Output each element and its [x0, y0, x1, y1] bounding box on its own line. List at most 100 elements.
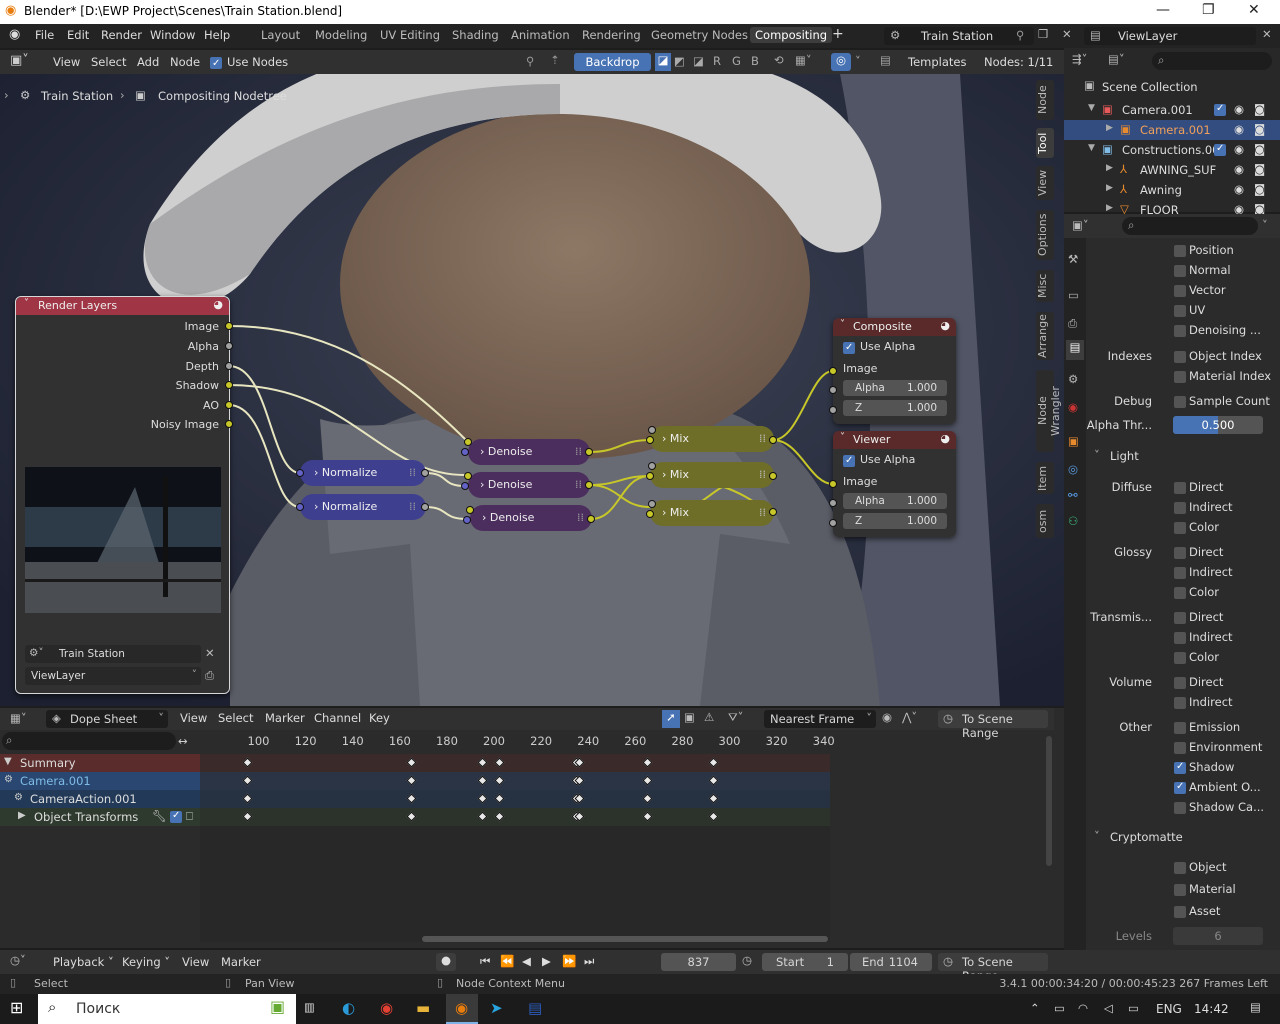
backdrop-alpha-icon[interactable]: ◩ [674, 54, 685, 68]
composite-use-alpha[interactable]: Use Alpha [843, 340, 915, 354]
lock-icon[interactable]: ⎕ [186, 809, 193, 824]
chevron-down-icon[interactable]: ˅ [1094, 448, 1100, 462]
pass-4-checkbox[interactable] [1174, 325, 1186, 337]
timeline-menu-view[interactable]: View [182, 955, 209, 969]
dope-channel-row[interactable]: ⚙ CameraAction.001 [0, 790, 200, 808]
dope-editor-icon[interactable]: ▦˅ [10, 711, 27, 725]
mix-fac-socket[interactable] [648, 500, 656, 508]
snapping-mode-icon[interactable]: ▦˅ [795, 53, 812, 67]
end-frame-field[interactable]: End 1104 [850, 953, 932, 971]
dope-menu-channel[interactable]: Channel [314, 711, 361, 725]
vertical-scrollbar[interactable] [1046, 736, 1052, 866]
socket-ao[interactable] [225, 401, 233, 409]
mix-fac-socket[interactable] [648, 462, 656, 470]
maximize-icon[interactable]: ❐ [1202, 2, 1215, 18]
camera-icon[interactable]: ⚙ [4, 774, 13, 785]
mute-checkbox[interactable] [170, 810, 182, 823]
prev-keyframe-icon[interactable]: ⏪ [500, 954, 514, 968]
tool-icon[interactable]: ⚒ [1068, 252, 1078, 266]
menu-render[interactable]: Render [101, 28, 142, 42]
pin-icon[interactable]: ⚲ [526, 54, 534, 68]
world-tab-icon[interactable]: ◉ [1068, 400, 1078, 414]
expand-down-icon[interactable]: ▼ [4, 756, 12, 767]
light-0-2-checkbox[interactable] [1174, 522, 1186, 534]
node-menu-node[interactable]: Node [170, 55, 200, 69]
levels-field[interactable]: 6 [1173, 927, 1263, 945]
light-1-0-checkbox[interactable] [1174, 547, 1186, 559]
dope-mode-selector[interactable]: ◈ Dope Sheet ˅ [46, 710, 168, 728]
new-scene-icon[interactable]: ❐ [1038, 27, 1048, 41]
light-0-0-checkbox[interactable] [1174, 482, 1186, 494]
overlays-dropdown-icon[interactable]: ˅ [855, 54, 861, 68]
exclude-checkbox[interactable] [1214, 103, 1226, 116]
normalize-output-socket[interactable] [421, 503, 429, 511]
scene-selector[interactable]: ⚙ Train Station ⚲ [884, 27, 1034, 45]
select-cursor-icon[interactable]: ➚ [662, 710, 680, 728]
use-nodes-checkbox[interactable]: Use Nodes [210, 55, 288, 69]
dope-menu-key[interactable]: Key [369, 711, 390, 725]
index-1-checkbox[interactable] [1174, 371, 1186, 383]
denoise-input-socket[interactable] [464, 472, 472, 480]
render-tab-icon[interactable]: ▭ [1068, 288, 1079, 302]
current-frame-field[interactable]: 837 [661, 953, 736, 971]
keyframe-area[interactable] [200, 754, 830, 942]
constraints-tab-icon[interactable]: ⚯ [1068, 488, 1078, 502]
side-tab-item[interactable]: Item [1036, 462, 1054, 494]
explorer-icon[interactable]: ▬ [416, 999, 430, 1017]
blender-menu-icon[interactable]: ◉ [9, 27, 20, 42]
tab-rendering[interactable]: Rendering [582, 28, 641, 42]
outliner-editor-icon[interactable]: ⇶˅ [1072, 52, 1087, 66]
tab-animation[interactable]: Animation [511, 28, 570, 42]
jump-start-icon[interactable]: ⏮ [480, 954, 490, 969]
composite-node[interactable]: ˅ Composite ◕ Use Alpha Image Alpha 1.000… [833, 318, 956, 424]
language-indicator[interactable]: ENG [1156, 1002, 1182, 1016]
side-tab-tool[interactable]: Tool [1036, 128, 1054, 158]
eye-icon[interactable]: ◉ [1234, 102, 1244, 116]
clock[interactable]: 14:42 [1194, 1002, 1229, 1016]
viewer-image-socket[interactable] [829, 480, 837, 488]
crypto-1-checkbox[interactable] [1174, 884, 1186, 896]
mix-node[interactable]: › Mix ⁞⁞ [650, 500, 774, 526]
light-2-0-checkbox[interactable] [1174, 612, 1186, 624]
crypto-0-checkbox[interactable] [1174, 862, 1186, 874]
expand-right-icon[interactable]: ▶ [1106, 183, 1113, 193]
taskbar-search[interactable]: ⌕ Поиск ▣ [38, 994, 296, 1024]
render-icon[interactable]: ◕ [213, 298, 223, 311]
alpha-threshold-slider[interactable]: 0.500 [1173, 416, 1263, 434]
denoise-input-socket[interactable] [466, 506, 474, 514]
light-4-3-checkbox[interactable] [1174, 781, 1186, 794]
filter-icon[interactable]: ⛛˅ [728, 710, 743, 725]
remove-view-layer-icon[interactable]: ✕ [1262, 27, 1272, 41]
light-0-1-checkbox[interactable] [1174, 502, 1186, 514]
mix-node[interactable]: › Mix ⁞⁞ [650, 426, 774, 452]
dope-scene-range-button[interactable]: ◷ To Scene Range [938, 710, 1048, 740]
collapse-icon[interactable]: ˅ [840, 319, 845, 330]
node-menu-select[interactable]: Select [91, 55, 126, 69]
collapse-icon[interactable]: ˅ [840, 432, 845, 443]
menu-help[interactable]: Help [204, 28, 230, 42]
eye-icon[interactable]: ◉ [1234, 182, 1244, 196]
socket-alpha[interactable] [225, 342, 233, 350]
sample-count-checkbox[interactable] [1174, 396, 1186, 408]
denoise-normal-socket[interactable] [461, 482, 469, 490]
object-tab-icon[interactable]: ▣ [1068, 434, 1079, 448]
tab-uv-editing[interactable]: UV Editing [380, 28, 440, 42]
denoise-output-socket[interactable] [585, 481, 593, 489]
templates-menu[interactable]: Templates [908, 55, 966, 69]
normalize-input-socket[interactable] [296, 503, 304, 511]
overlays-icon[interactable]: ◎ [831, 53, 851, 71]
denoise-input-socket[interactable] [464, 438, 472, 446]
timeline-menu-marker[interactable]: Marker [221, 955, 261, 969]
composite-alpha-socket[interactable] [829, 386, 837, 394]
dope-menu-view[interactable]: View [180, 711, 207, 725]
denoise-node[interactable]: › Denoise ⁞⁞ [470, 505, 592, 531]
expand-right-icon[interactable]: ▶ [1106, 163, 1113, 173]
warning-icon[interactable]: ⚠ [704, 710, 714, 724]
side-tab-arrange[interactable]: Arrange [1036, 312, 1054, 360]
socket-depth[interactable] [225, 362, 233, 370]
composite-alpha-field[interactable]: Alpha 1.000 [843, 380, 947, 396]
chevron-down-icon[interactable]: ˅ [1262, 218, 1268, 232]
pin-icon[interactable]: ⚲ [1016, 28, 1024, 42]
backdrop-alpha-only-icon[interactable]: ◪ [693, 54, 704, 68]
data-tab-icon[interactable]: ⚇ [1068, 514, 1078, 528]
